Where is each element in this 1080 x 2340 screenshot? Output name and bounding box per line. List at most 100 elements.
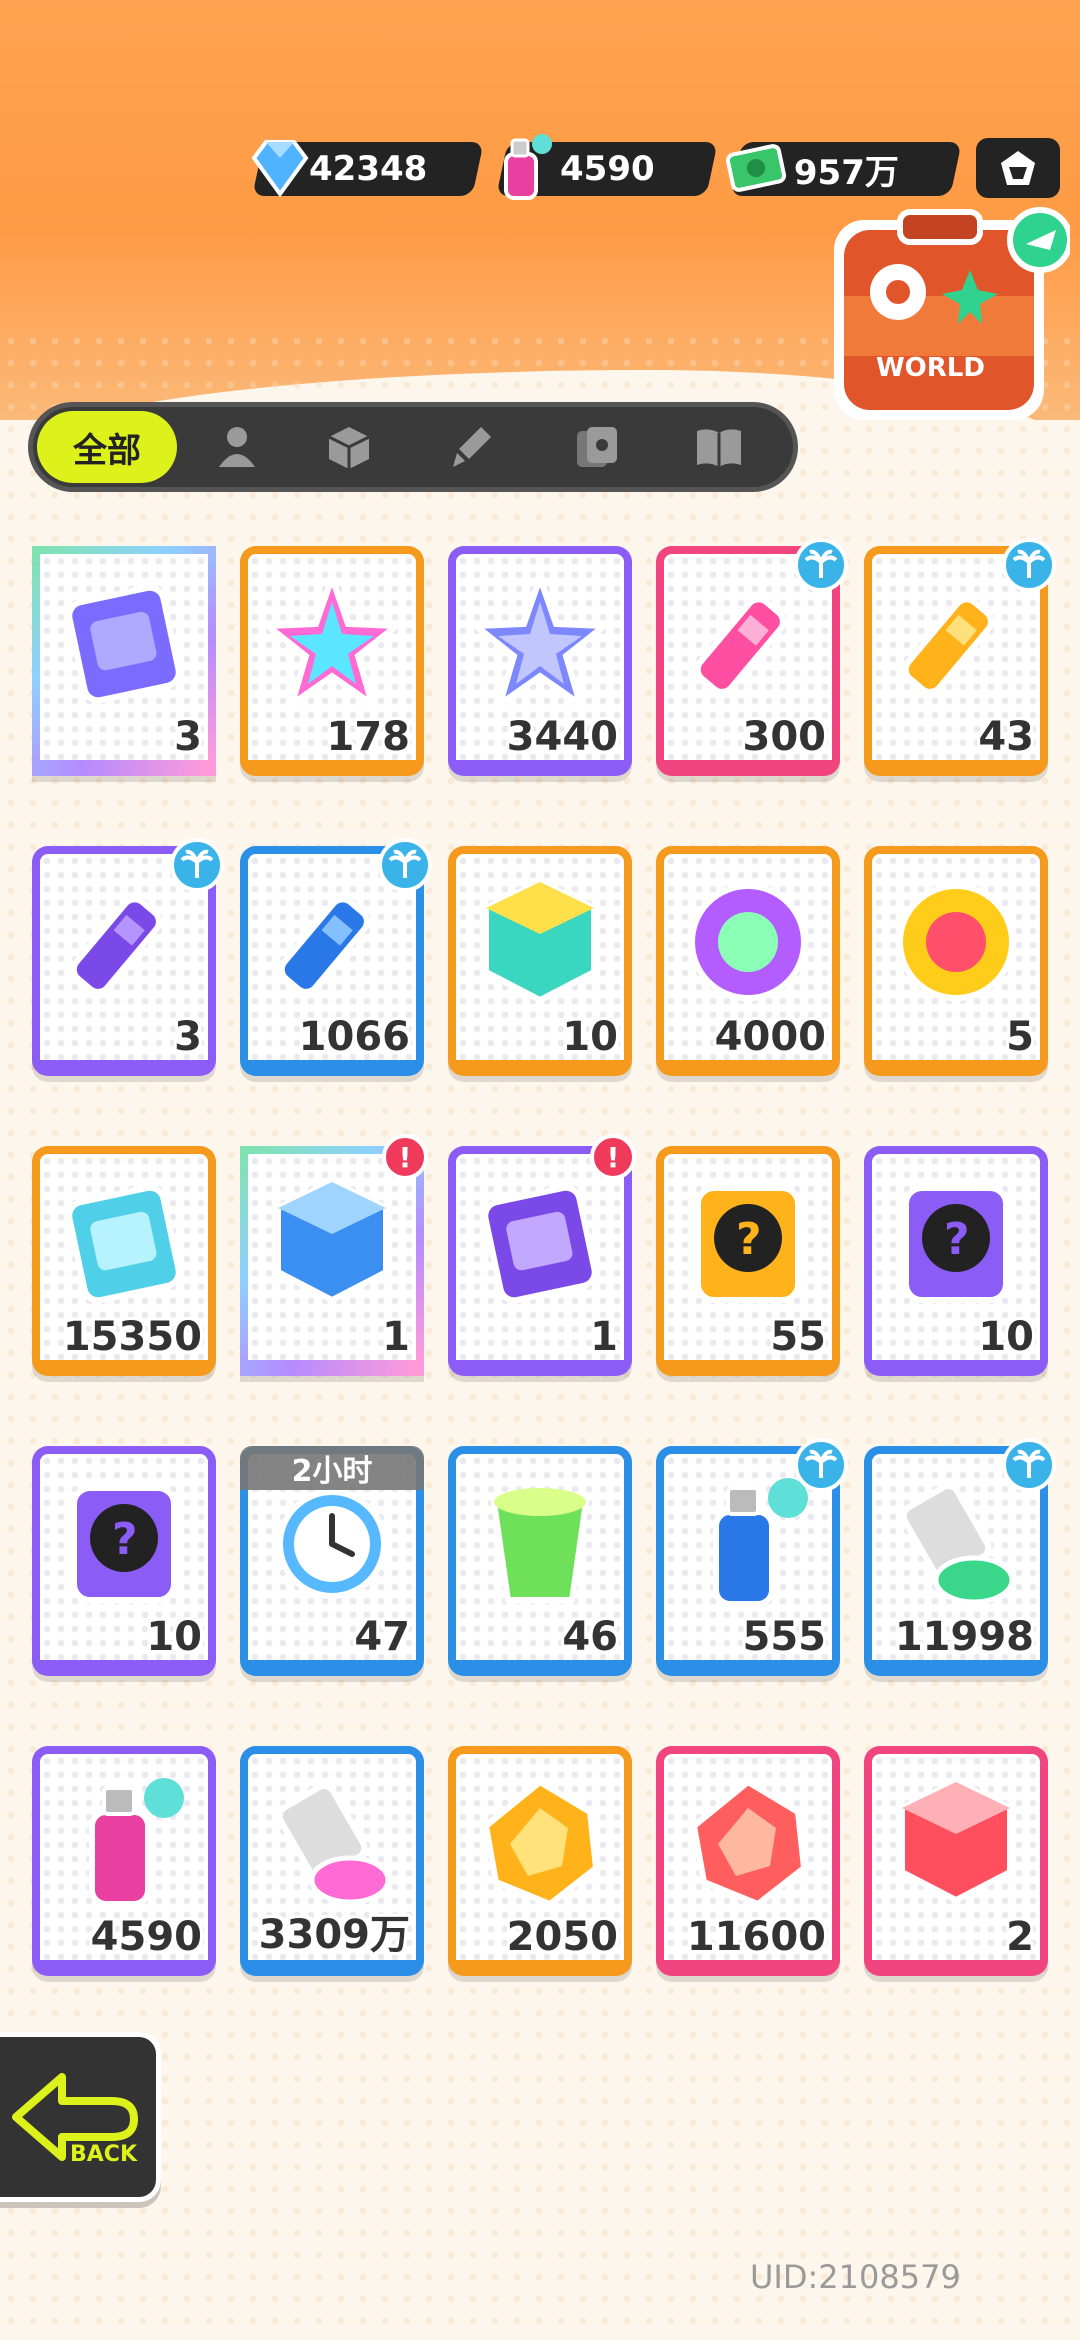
- blue-star-icon: [470, 572, 610, 712]
- item-card[interactable]: 300: [656, 538, 848, 776]
- yellow-crayon-icon: [902, 596, 994, 695]
- item-count: 15350: [62, 1314, 202, 1360]
- item-card[interactable]: 3309万: [240, 1746, 424, 1976]
- palm-tree-icon: [804, 1449, 838, 1478]
- category-tab-bar: 全部: [28, 402, 798, 492]
- item-card[interactable]: 2050: [448, 1746, 632, 1976]
- travel-mystery-card-icon: ?: [71, 1485, 177, 1603]
- item-card[interactable]: 11998: [864, 1438, 1056, 1676]
- travel-suitcase-button[interactable]: WORLD: [820, 200, 1073, 450]
- palm-tree-icon: [1012, 549, 1046, 578]
- spray-count: 4590: [559, 149, 655, 189]
- back-label: BACK: [70, 2142, 138, 2167]
- item-card[interactable]: ? 10: [32, 1446, 216, 1676]
- item-card[interactable]: 2: [864, 1746, 1048, 1976]
- paint-tube-icon: [900, 1483, 1015, 1605]
- item-count: 4000: [714, 1014, 826, 1060]
- tab-all[interactable]: 全部: [37, 411, 177, 483]
- item-card[interactable]: 11600: [656, 1746, 840, 1976]
- purple-crayon-icon: [70, 896, 162, 995]
- book-tab-icon[interactable]: [693, 421, 745, 473]
- brush-tab-icon[interactable]: [445, 421, 497, 473]
- green-cup-icon: [490, 1488, 590, 1603]
- item-card[interactable]: 4590: [32, 1746, 216, 1976]
- item-card[interactable]: 46: [448, 1446, 632, 1676]
- color-block-icon: [483, 878, 597, 1004]
- item-count: 4590: [90, 1914, 202, 1960]
- spray-can-icon: [713, 1478, 808, 1607]
- palm-tree-badge: [378, 838, 432, 892]
- palm-tree-badge: [794, 538, 848, 592]
- back-button[interactable]: BACK: [0, 2032, 161, 2202]
- star-burst-icon: [897, 883, 1015, 1001]
- cool-badge-icon: [689, 883, 807, 1001]
- item-count: 3309万: [258, 1912, 410, 1958]
- item-card[interactable]: 3440: [448, 546, 632, 776]
- item-card[interactable]: 10: [448, 846, 632, 1076]
- vault-icon: [1001, 151, 1035, 185]
- svg-text:?: ?: [736, 1214, 762, 1265]
- pink-spray-icon: [89, 1778, 184, 1907]
- diamond-currency[interactable]: 42348: [251, 138, 484, 200]
- cash-count: 957万: [793, 152, 899, 193]
- ticket-icon: [66, 584, 182, 704]
- item-card[interactable]: ? 10: [864, 1146, 1048, 1376]
- item-count: 1: [590, 1314, 618, 1360]
- item-card[interactable]: 3: [32, 546, 216, 776]
- palm-tree-badge: [1002, 1438, 1056, 1492]
- svg-text:?: ?: [112, 1514, 138, 1565]
- palm-tree-badge: [1002, 538, 1056, 592]
- item-count: 3: [174, 714, 202, 760]
- deity-mystery-purple-icon: ?: [903, 1185, 1009, 1303]
- item-card[interactable]: 5: [864, 846, 1048, 1076]
- deity-box-icon: [275, 1178, 389, 1304]
- svg-text:?: ?: [944, 1214, 970, 1265]
- item-count: 178: [326, 714, 411, 760]
- deity-mystery-gold-icon: ?: [695, 1185, 801, 1303]
- item-count: 46: [562, 1614, 618, 1660]
- item-card[interactable]: 3: [32, 838, 224, 1076]
- diamond-icon: [251, 140, 309, 198]
- item-card[interactable]: 15350: [32, 1146, 216, 1376]
- rainbow-star-icon: [262, 572, 402, 712]
- item-card[interactable]: 178: [240, 546, 424, 776]
- item-count: 2: [1006, 1914, 1034, 1960]
- red-crystal-icon: [690, 1778, 808, 1908]
- suitcase-icon: WORLD: [834, 207, 1073, 420]
- season-ticket-icon: [66, 1184, 182, 1304]
- item-card[interactable]: 2小时 47: [240, 1446, 424, 1676]
- timer-label: 2小时: [240, 1446, 424, 1490]
- box-tab-icon[interactable]: [323, 421, 375, 473]
- cards-tab-icon[interactable]: [571, 421, 623, 473]
- item-count: 555: [742, 1614, 827, 1660]
- red-cube-icon: [899, 1778, 1013, 1904]
- item-count: 3: [174, 1014, 202, 1060]
- item-count: 2050: [506, 1914, 618, 1960]
- person-tab-icon[interactable]: [211, 421, 263, 473]
- pink-crayon-icon: [694, 596, 786, 695]
- item-count: 11600: [686, 1914, 826, 1960]
- diamond-count: 42348: [308, 149, 428, 189]
- item-card[interactable]: 1066: [240, 838, 432, 1076]
- item-card[interactable]: ! 1: [240, 1134, 428, 1376]
- alarm-clock-icon: [277, 1489, 387, 1599]
- item-card[interactable]: 555: [656, 1438, 848, 1676]
- item-count: 1066: [298, 1014, 410, 1060]
- item-card[interactable]: 4000: [656, 846, 840, 1076]
- spray-currency[interactable]: 4590: [496, 134, 718, 200]
- alert-badge: !: [382, 1134, 428, 1180]
- palm-tree-icon: [180, 849, 214, 878]
- item-card[interactable]: ? 55: [656, 1146, 840, 1376]
- item-card[interactable]: ! 1: [448, 1134, 636, 1376]
- blue-crayon-icon: [278, 896, 370, 995]
- item-card[interactable]: 43: [864, 538, 1056, 776]
- travel-card-icon: [482, 1184, 598, 1304]
- item-count: 10: [978, 1314, 1034, 1360]
- palm-tree-icon: [1012, 1449, 1046, 1478]
- item-count: 10: [562, 1014, 618, 1060]
- vault-button[interactable]: [976, 138, 1060, 198]
- cash-currency[interactable]: 957万: [725, 138, 962, 200]
- item-count: 1: [382, 1314, 410, 1360]
- item-count: 43: [978, 714, 1034, 760]
- suitcase-label: WORLD: [876, 353, 985, 383]
